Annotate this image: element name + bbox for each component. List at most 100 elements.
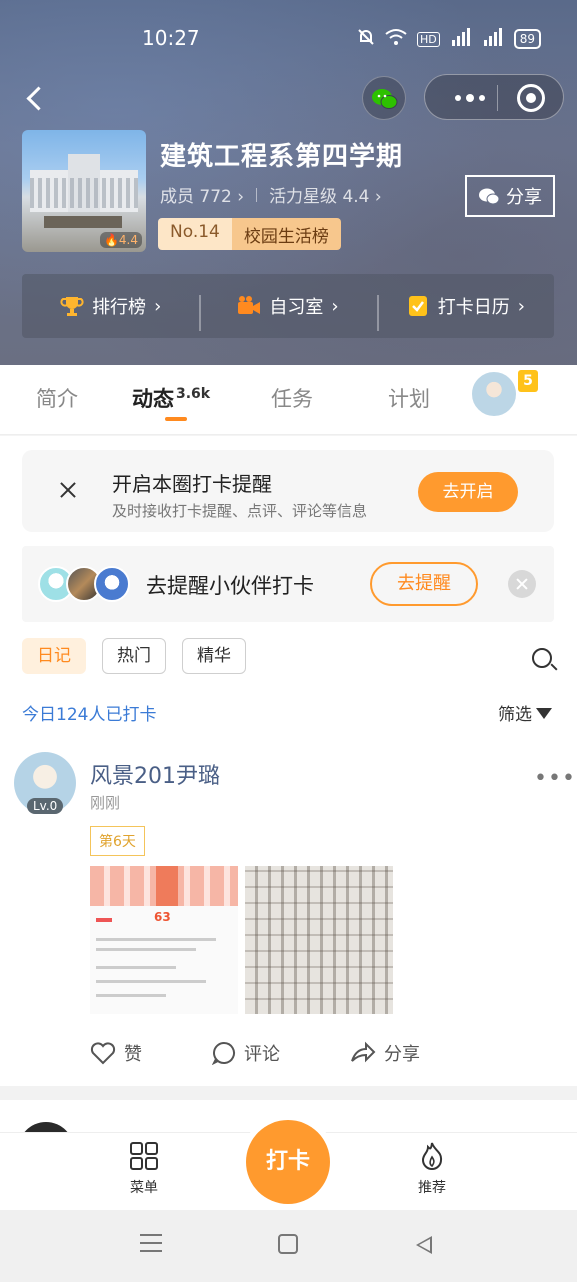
checkin-calendar-link[interactable]: 打卡日历 ›	[376, 293, 554, 331]
feed-post: Lv.0 风景201尹璐 刚刚 ••• 第6天 63 赞 评论 分享	[0, 736, 577, 1086]
battery-indicator: 89	[513, 29, 541, 49]
system-nav-bar	[0, 1210, 577, 1282]
chevron-right-icon: ›	[517, 295, 525, 317]
members-link[interactable]: 成员 772 ›	[160, 182, 244, 207]
enable-reminder-button[interactable]: 去开启	[418, 472, 518, 512]
member-badge: 5	[518, 370, 538, 392]
menu-grid-icon	[130, 1142, 158, 1170]
checkin-button[interactable]: 打卡	[246, 1120, 330, 1204]
tab-feed[interactable]: 动态 3.6k	[132, 383, 210, 413]
cover-score: 4.4	[118, 233, 138, 247]
image-text-line	[96, 994, 166, 997]
today-checkin-count[interactable]: 今日124人已打卡	[22, 700, 156, 725]
partner-reminder-text: 去提醒小伙伴打卡	[146, 574, 314, 598]
partner-avatar	[94, 566, 130, 602]
filter-label: 筛选	[498, 705, 532, 725]
member-avatar[interactable]	[470, 370, 518, 418]
more-options-icon[interactable]: •••	[534, 766, 576, 791]
quick-links-bar: 排行榜 › 自习室 › 打卡日历 ›	[22, 274, 554, 338]
system-home-icon[interactable]	[278, 1234, 298, 1254]
image-header-graphic	[90, 866, 238, 906]
filter-button[interactable]: 筛选	[498, 700, 552, 725]
tab-intro[interactable]: 简介	[36, 383, 78, 413]
cover-score-badge: 🔥4.4	[99, 232, 142, 248]
share-post-label: 分享	[384, 1044, 420, 1065]
study-room-label: 自习室	[269, 297, 324, 318]
signal-4g-icon	[450, 28, 472, 50]
more-menu-button[interactable]	[445, 89, 495, 107]
post-image[interactable]	[245, 866, 393, 1014]
like-label: 赞	[124, 1044, 142, 1065]
remind-partner-button[interactable]: 去提醒	[370, 562, 478, 606]
feed-content: 开启本圈打卡提醒 及时接收打卡提醒、点评、评论等信息 去开启 去提醒小伙伴打卡 …	[0, 436, 577, 1086]
post-actions: 赞 评论 分享	[90, 1040, 420, 1066]
leaderboard-label: 排行榜	[92, 297, 147, 318]
vitality-link[interactable]: 活力星级 4.4 ›	[269, 182, 382, 207]
image-text-line	[96, 980, 206, 983]
rank-number: No.14	[158, 218, 232, 250]
stats-divider	[256, 187, 258, 202]
comment-label: 评论	[244, 1044, 280, 1065]
like-button[interactable]: 赞	[90, 1040, 142, 1066]
wechat-share-icon	[479, 188, 500, 205]
tab-tasks[interactable]: 任务	[271, 383, 313, 413]
capsule-divider	[497, 85, 498, 111]
study-room-link[interactable]: 自习室 ›	[199, 293, 376, 331]
status-bar: 10:27 HD 89	[0, 22, 577, 56]
rank-tag[interactable]: No.14 校园生活榜	[158, 218, 341, 250]
image-text-line	[96, 948, 196, 951]
group-title: 建筑工程系第四学期	[160, 142, 404, 172]
search-icon[interactable]	[532, 648, 552, 668]
close-miniprogram-button[interactable]	[517, 84, 545, 112]
nav-menu[interactable]: 菜单	[104, 1141, 184, 1197]
back-button[interactable]	[22, 82, 52, 116]
image-score-value: 63	[154, 910, 171, 924]
close-icon[interactable]	[508, 570, 536, 598]
wifi-icon	[385, 28, 407, 50]
share-arrow-icon	[351, 1041, 376, 1063]
post-time: 刚刚	[90, 794, 121, 812]
tab-feed-count: 3.6k	[176, 386, 211, 402]
leaderboard-link[interactable]: 排行榜 ›	[22, 293, 199, 319]
group-cover-image[interactable]: 🔥4.4	[22, 130, 146, 252]
tab-feed-label: 动态	[132, 387, 174, 411]
funnel-icon	[536, 708, 552, 719]
wechat-button[interactable]	[362, 76, 406, 120]
rank-label: 校园生活榜	[231, 218, 341, 250]
members-count: 成员 772	[160, 187, 232, 207]
more-dots-icon	[455, 94, 485, 102]
image-score	[96, 914, 136, 931]
active-tab-indicator	[165, 417, 187, 421]
mute-bell-icon	[357, 28, 375, 50]
share-button[interactable]: 分享	[465, 175, 555, 217]
share-label: 分享	[506, 187, 542, 208]
level-badge: Lv.0	[27, 798, 64, 814]
comment-button[interactable]: 评论	[212, 1040, 280, 1066]
nav-recommend[interactable]: 推荐	[392, 1141, 472, 1197]
chevron-right-icon: ›	[331, 295, 339, 317]
system-back-icon[interactable]	[416, 1236, 432, 1254]
filter-hot[interactable]: 热门	[102, 638, 166, 674]
tab-plans[interactable]: 计划	[388, 383, 430, 413]
fire-icon: 🔥	[103, 233, 119, 247]
cover-building	[30, 154, 138, 212]
post-image[interactable]: 63	[90, 866, 238, 1014]
nav-recommend-label: 推荐	[418, 1180, 446, 1196]
post-author[interactable]: 风景201尹璐	[90, 758, 220, 790]
cover-sign	[44, 216, 122, 228]
day-tag: 第6天	[90, 826, 145, 856]
checkin-calendar-label: 打卡日历	[437, 297, 510, 318]
remind-partner-card: 去提醒小伙伴打卡 去提醒	[22, 546, 554, 622]
nav-menu-label: 菜单	[130, 1180, 158, 1196]
flame-icon	[421, 1142, 443, 1170]
wechat-icon	[372, 89, 398, 109]
group-header: 10:27 HD 89 🔥4.4 建筑工程系第四学期 成员 772 › 活力星级…	[0, 0, 577, 365]
vitality-rating: 活力星级 4.4	[269, 187, 370, 207]
filter-featured[interactable]: 精华	[182, 638, 246, 674]
filter-diary[interactable]: 日记	[22, 638, 86, 674]
share-post-button[interactable]: 分享	[350, 1040, 420, 1066]
chevron-right-icon: ›	[154, 295, 162, 317]
status-time: 10:27	[142, 26, 200, 50]
system-menu-icon[interactable]	[140, 1234, 162, 1252]
close-icon[interactable]	[58, 480, 78, 500]
